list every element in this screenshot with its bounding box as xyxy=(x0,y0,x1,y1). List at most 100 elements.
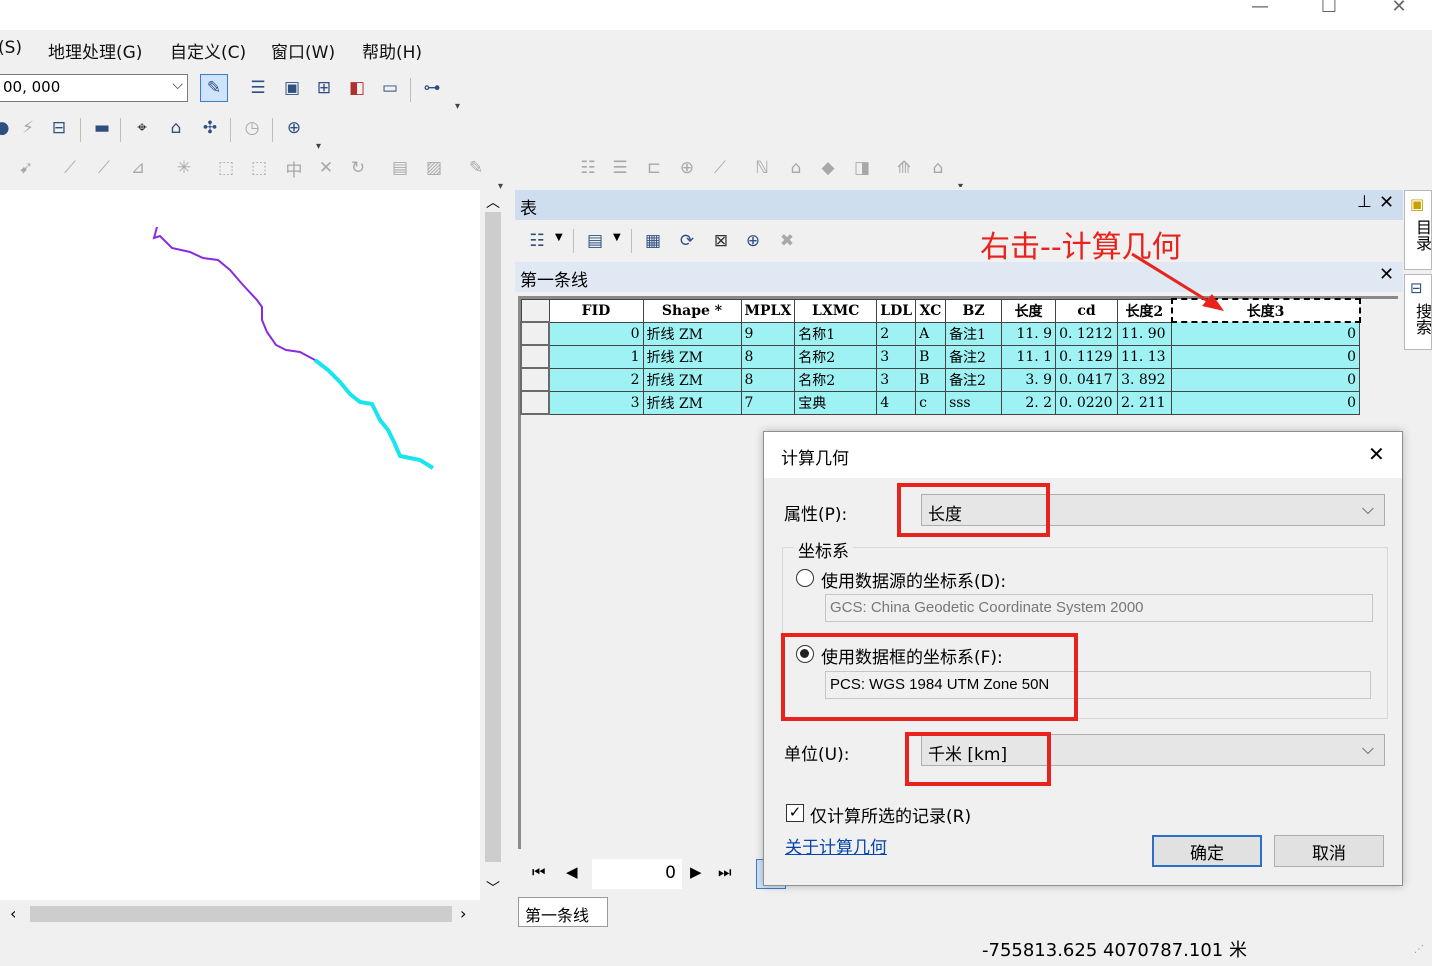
attributes-icon[interactable]: ▤ xyxy=(386,154,414,182)
arctoolbox-icon[interactable]: ◧ xyxy=(343,74,371,102)
reshape-edge-icon[interactable]: ⟋ xyxy=(706,154,734,182)
table-cell[interactable]: 折线 ZM xyxy=(642,390,742,415)
modify-edge-icon[interactable]: ℕ xyxy=(748,154,776,182)
measure-icon[interactable]: ▬ xyxy=(88,114,116,142)
goto-xy-icon[interactable]: ✣ xyxy=(196,114,224,142)
select-by-attributes-icon[interactable]: ▦ xyxy=(639,227,667,255)
chevron-down-icon[interactable]: ﹀ xyxy=(486,878,500,898)
topology-rule-icon[interactable]: ☰ xyxy=(606,154,634,182)
radio-source-cs[interactable] xyxy=(796,569,814,587)
table-cell[interactable]: 3 xyxy=(548,390,644,415)
menu-window[interactable]: 窗口(W) xyxy=(271,38,335,63)
topology-edit-icon[interactable]: ⊕ xyxy=(673,154,701,182)
rotate-icon[interactable]: ↻ xyxy=(344,154,372,182)
table-cell[interactable]: 11. 9 xyxy=(1001,321,1057,346)
column-header[interactable]: LXMC xyxy=(794,298,878,323)
previous-record-icon[interactable]: ◀ xyxy=(566,863,578,881)
toolbar-grip[interactable] xyxy=(498,156,506,192)
identify-icon[interactable]: ⊟ xyxy=(45,114,73,142)
maximize-icon[interactable]: ☐ xyxy=(1314,0,1344,16)
chevron-right-icon[interactable]: › xyxy=(460,904,466,923)
minimize-icon[interactable]: — xyxy=(1245,0,1275,16)
table-cell[interactable]: 0. 0417 xyxy=(1055,367,1119,392)
error-inspector-icon[interactable]: ⌂ xyxy=(924,154,952,182)
map-topology-icon[interactable]: ⊏ xyxy=(640,154,668,182)
menu-customize[interactable]: 自定义(C) xyxy=(170,38,246,63)
find-icon[interactable]: ⌖ xyxy=(128,114,156,142)
table-cell[interactable]: 11. 13 xyxy=(1117,344,1173,369)
table-cell[interactable]: 2 xyxy=(876,321,917,346)
table-cell[interactable]: 宝典 xyxy=(794,390,878,415)
close-icon[interactable]: ✕ xyxy=(1368,442,1385,466)
table-cell[interactable]: 0 xyxy=(1171,344,1361,369)
row-selector[interactable] xyxy=(520,344,550,369)
related-tables-icon[interactable]: ▤ xyxy=(581,227,609,255)
table-row[interactable]: 1 折线 ZM 8 名称2 3 B 备注2 11. 1 0. 1129 11. … xyxy=(520,344,1361,369)
toolbar-grip[interactable] xyxy=(455,76,463,112)
chevron-down-icon[interactable]: ▼ xyxy=(555,232,563,243)
radio-source-label[interactable]: 使用数据源的坐标系(D): xyxy=(821,567,1006,592)
table-cell[interactable]: 名称1 xyxy=(794,321,878,346)
topology-icon[interactable]: ☷ xyxy=(574,154,602,182)
table-cell[interactable]: 2 xyxy=(548,367,644,392)
scroll-thumb[interactable] xyxy=(485,212,501,862)
table-cell[interactable]: 0 xyxy=(1171,390,1361,415)
cancel-button[interactable]: 取消 xyxy=(1274,835,1384,867)
column-header[interactable]: FID xyxy=(548,298,644,323)
table-cell[interactable]: sss xyxy=(945,390,1003,415)
first-record-icon[interactable]: ⏮ xyxy=(532,863,546,881)
next-record-icon[interactable]: ▶ xyxy=(690,863,702,881)
chevron-up-icon[interactable]: ︿ xyxy=(486,192,500,212)
close-icon[interactable]: ✕ xyxy=(1379,192,1394,213)
curve-segment-icon[interactable]: ⟋ xyxy=(90,154,118,182)
toolbar-grip[interactable] xyxy=(958,156,966,192)
table-cell[interactable]: 名称2 xyxy=(794,367,878,392)
column-header[interactable]: BZ xyxy=(945,298,1003,323)
selected-records-checkbox[interactable]: ✓ xyxy=(786,804,804,822)
table-cell[interactable]: 3 xyxy=(876,344,917,369)
row-selector[interactable] xyxy=(520,367,550,392)
selected-records-label[interactable]: 仅计算所选的记录(R) xyxy=(810,802,971,827)
align-edge-icon[interactable]: ⌂ xyxy=(782,154,810,182)
column-header[interactable]: 长度 xyxy=(1001,298,1057,323)
menu-help[interactable]: 帮助(H) xyxy=(362,38,422,63)
record-number-input[interactable]: 0 xyxy=(592,859,682,889)
table-cell[interactable]: 折线 ZM xyxy=(642,344,742,369)
table-cell[interactable]: 折线 ZM xyxy=(642,321,742,346)
table-cell[interactable]: 2. 211 xyxy=(1117,390,1173,415)
close-icon[interactable]: ✕ xyxy=(1384,0,1414,16)
table-cell[interactable]: 11. 90 xyxy=(1117,321,1173,346)
table-cell[interactable]: 0 xyxy=(1171,367,1361,392)
create-features-icon[interactable]: ✎ xyxy=(462,154,490,182)
table-cell[interactable]: 折线 ZM xyxy=(642,367,742,392)
table-cell[interactable]: 3 xyxy=(876,367,917,392)
about-link[interactable]: 关于计算几何 xyxy=(785,833,887,858)
map-horizontal-scrollbar[interactable]: ‹ › xyxy=(0,902,504,926)
table-cell[interactable]: c xyxy=(915,390,947,415)
resize-grip-icon[interactable]: ⋰ xyxy=(1414,944,1424,955)
map-view[interactable] xyxy=(0,190,480,900)
table-cell[interactable]: B xyxy=(915,344,947,369)
python-window-icon[interactable]: ▭ xyxy=(376,74,404,102)
edit-vertices-icon[interactable]: ⬚ xyxy=(212,154,240,182)
table-cell[interactable]: 备注2 xyxy=(945,344,1003,369)
validate-icon[interactable]: ◨ xyxy=(848,154,876,182)
switch-selection-icon[interactable]: ⟳ xyxy=(673,227,701,255)
straight-segment-icon[interactable]: ⟋ xyxy=(56,154,84,182)
lightning-icon[interactable]: ⚡ xyxy=(14,114,42,142)
last-record-icon[interactable]: ⏭ xyxy=(718,863,732,881)
table-cell[interactable]: 0 xyxy=(548,321,644,346)
delete-selected-icon[interactable]: ✖ xyxy=(773,227,801,255)
table-cell[interactable]: 备注2 xyxy=(945,367,1003,392)
chevron-left-icon[interactable]: ‹ xyxy=(10,904,16,923)
reshape-icon[interactable]: ⬚ xyxy=(245,154,273,182)
table-cell[interactable]: 2. 2 xyxy=(1001,390,1057,415)
table-cell[interactable]: B xyxy=(915,367,947,392)
table-row[interactable]: 2 折线 ZM 8 名称2 3 B 备注2 3. 9 0. 0417 3. 89… xyxy=(520,367,1361,392)
split-icon[interactable]: ✕ xyxy=(312,154,340,182)
edit-tool-icon[interactable]: ➹ xyxy=(12,154,40,182)
column-header[interactable]: MPLX xyxy=(740,298,796,323)
fix-error-icon[interactable]: ⟰ xyxy=(890,154,918,182)
table-cell[interactable]: 0. 0220 xyxy=(1055,390,1119,415)
magnifier-icon[interactable]: ⊕ xyxy=(280,114,308,142)
